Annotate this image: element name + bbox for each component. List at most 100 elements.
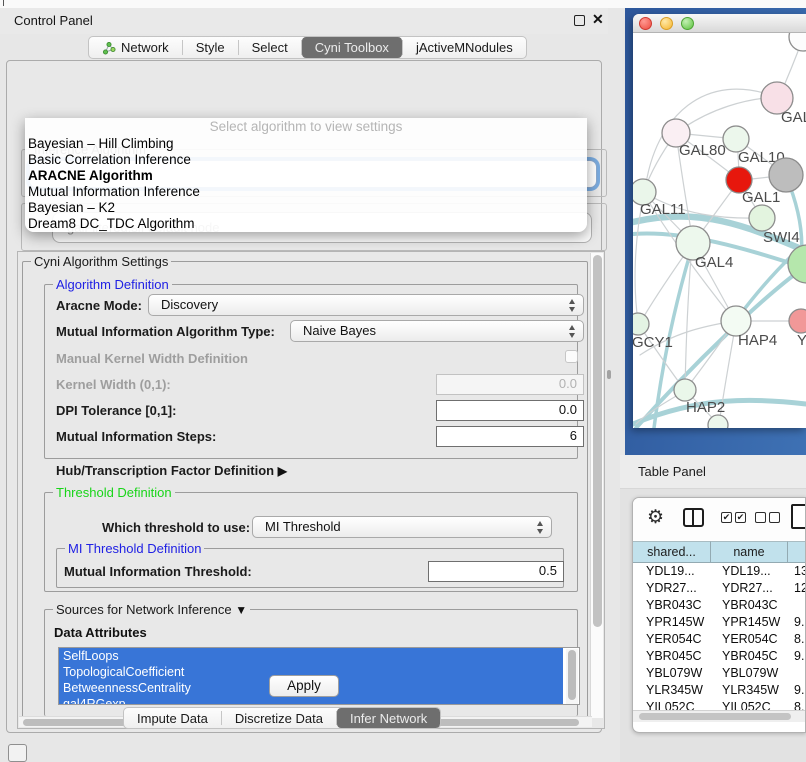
apply-button[interactable]: Apply	[269, 675, 339, 697]
tab-jactivemnodules[interactable]: jActiveMNodules	[403, 37, 526, 58]
algorithm-option[interactable]: Basic Correlation Inference	[25, 152, 587, 168]
table-toolbar: ⚙ ✔ ✔	[633, 498, 806, 540]
table-row[interactable]: YBR043CYBR043C	[633, 597, 806, 614]
table-cell: 13	[788, 563, 806, 580]
kernel-width-field[interactable]: 0.0	[436, 374, 584, 395]
network-window-titlebar[interactable]	[633, 14, 806, 33]
settings-vertical-scrollbar[interactable]	[590, 253, 603, 718]
table-column-header[interactable]	[788, 541, 806, 563]
window-edge-mark	[3, 0, 4, 6]
node-label: HAP4	[738, 332, 777, 349]
top-strip	[0, 0, 806, 8]
algorithm-option[interactable]: ARACNE Algorithm	[25, 168, 587, 184]
table-row[interactable]: YER054CYER054C8.	[633, 631, 806, 648]
table-horizontal-scrollbar[interactable]	[633, 710, 806, 722]
algorithm-option[interactable]: Bayesian – K2	[25, 200, 587, 216]
algorithm-option[interactable]: Dream8 DC_TDC Algorithm	[25, 216, 587, 232]
network-node[interactable]	[769, 158, 803, 192]
table-row[interactable]: YIL052CYIL052C8.	[633, 699, 806, 710]
network-icon	[102, 41, 116, 55]
hub-definition-toggle[interactable]: Hub/Transcription Factor Definition ▶	[56, 463, 287, 478]
table-cell	[788, 597, 806, 614]
unchecked-box-icon	[755, 512, 766, 523]
table-cell: YDR27...	[711, 580, 788, 597]
table-panel-region: ⚙ ✔ ✔ shared...name YDL19...YDL19...13YD…	[620, 489, 806, 762]
network-node-swi4[interactable]	[749, 205, 775, 231]
table-cell: YBR045C	[633, 648, 711, 665]
table-cell: YPR145W	[711, 614, 788, 631]
network-node[interactable]	[789, 33, 806, 51]
mi-steps-field[interactable]: 6	[436, 426, 584, 447]
table-cell: YER054C	[633, 631, 711, 648]
deselect-all-columns-icon[interactable]	[755, 512, 780, 523]
algorithm-dropdown-placeholder: Select algorithm to view settings	[25, 118, 587, 136]
algorithm-option[interactable]: Bayesian – Hill Climbing	[25, 136, 587, 152]
mi-steps-label: Mutual Information Steps:	[56, 429, 216, 444]
data-attribute-item[interactable]: SelfLoops	[59, 648, 563, 664]
window-close-button[interactable]	[639, 17, 652, 30]
table-cell: YBR043C	[711, 597, 788, 614]
table-row[interactable]: YDR27...YDR27...12	[633, 580, 806, 597]
hub-definition-label: Hub/Transcription Factor Definition	[56, 463, 274, 478]
sources-title: Sources for Network Inference	[56, 602, 232, 617]
table-row[interactable]: YPR145WYPR145W9.	[633, 614, 806, 631]
minimized-panel-icon[interactable]	[8, 744, 27, 762]
tab-cyni-toolbox[interactable]: Cyni Toolbox	[302, 37, 402, 58]
manual-kernel-label: Manual Kernel Width Definition	[56, 351, 248, 366]
list-scrollbar[interactable]	[566, 649, 578, 705]
threshold-definition-title: Threshold Definition	[53, 485, 175, 500]
tab-network[interactable]: Network	[89, 37, 182, 58]
table-cell: YDR27...	[633, 580, 711, 597]
float-panel-icon[interactable]	[574, 15, 585, 26]
data-attribute-item[interactable]: gal4RGexp	[59, 696, 563, 705]
gear-icon[interactable]: ⚙	[647, 506, 664, 529]
window-zoom-button[interactable]	[681, 17, 694, 30]
close-panel-icon[interactable]: ✕	[592, 11, 604, 28]
network-node-yd[interactable]	[789, 309, 806, 333]
page-icon[interactable]	[791, 504, 806, 529]
table-cell: YIL052C	[711, 699, 788, 710]
node-label: GAL7	[781, 109, 806, 126]
tab-label: Network	[121, 40, 169, 55]
dpi-tolerance-field[interactable]: 0.0	[436, 400, 584, 421]
tab-impute-data[interactable]: Impute Data	[124, 708, 221, 728]
tab-label: Select	[252, 40, 288, 55]
node-label: HAP2	[686, 399, 725, 416]
table-panel-title: Table Panel	[638, 464, 706, 479]
algorithm-option[interactable]: Mutual Information Inference	[25, 184, 587, 200]
table-cell: YDL19...	[633, 563, 711, 580]
table-row[interactable]: YBL079WYBL079W	[633, 665, 806, 682]
sources-toggle[interactable]: Sources for Network Inference ▼	[53, 602, 250, 617]
control-panel-titlebar: Control Panel ✕	[0, 8, 608, 34]
table-row[interactable]: YLR345WYLR345W9.	[633, 682, 806, 699]
split-columns-icon[interactable]	[683, 508, 704, 527]
node-label: GAL1	[742, 189, 780, 206]
network-canvas[interactable]: GAL7GAL80GAL10GAL1GAL11SWI4GAL4GCY1HAP4Y…	[633, 33, 806, 428]
which-threshold-combo[interactable]: MI Threshold	[252, 516, 552, 538]
aracne-mode-value: Discovery	[161, 297, 218, 312]
tab-select[interactable]: Select	[239, 37, 301, 58]
dpi-tolerance-label: DPI Tolerance [0,1]:	[56, 403, 176, 418]
table-column-header[interactable]: shared...	[633, 541, 711, 563]
table-row[interactable]: YBR045CYBR045C9.	[633, 648, 806, 665]
which-threshold-label: Which threshold to use:	[102, 520, 250, 535]
which-threshold-value: MI Threshold	[265, 519, 341, 534]
table-cell: 9.	[788, 648, 806, 665]
select-all-columns-icon[interactable]: ✔ ✔	[721, 512, 746, 523]
table-header-row: shared...name	[633, 541, 806, 563]
mi-type-combo[interactable]: Naive Bayes	[290, 320, 584, 342]
network-node-gcy1[interactable]	[633, 313, 649, 335]
tab-discretize-data[interactable]: Discretize Data	[222, 708, 336, 728]
manual-kernel-checkbox[interactable]	[565, 350, 578, 363]
expanded-arrow-icon: ▼	[235, 603, 247, 617]
panel-splitter-grip[interactable]	[607, 370, 611, 379]
aracne-mode-combo[interactable]: Discovery	[148, 294, 584, 316]
mi-type-value: Naive Bayes	[303, 323, 376, 338]
tab-infer-network[interactable]: Infer Network	[337, 708, 440, 728]
table-row[interactable]: YDL19...YDL19...13	[633, 563, 806, 580]
mi-threshold-field[interactable]: 0.5	[428, 561, 564, 582]
window-minimize-button[interactable]	[660, 17, 673, 30]
table-column-header[interactable]: name	[711, 541, 788, 563]
network-node-hap2[interactable]	[674, 379, 696, 401]
tab-style[interactable]: Style	[183, 37, 238, 58]
